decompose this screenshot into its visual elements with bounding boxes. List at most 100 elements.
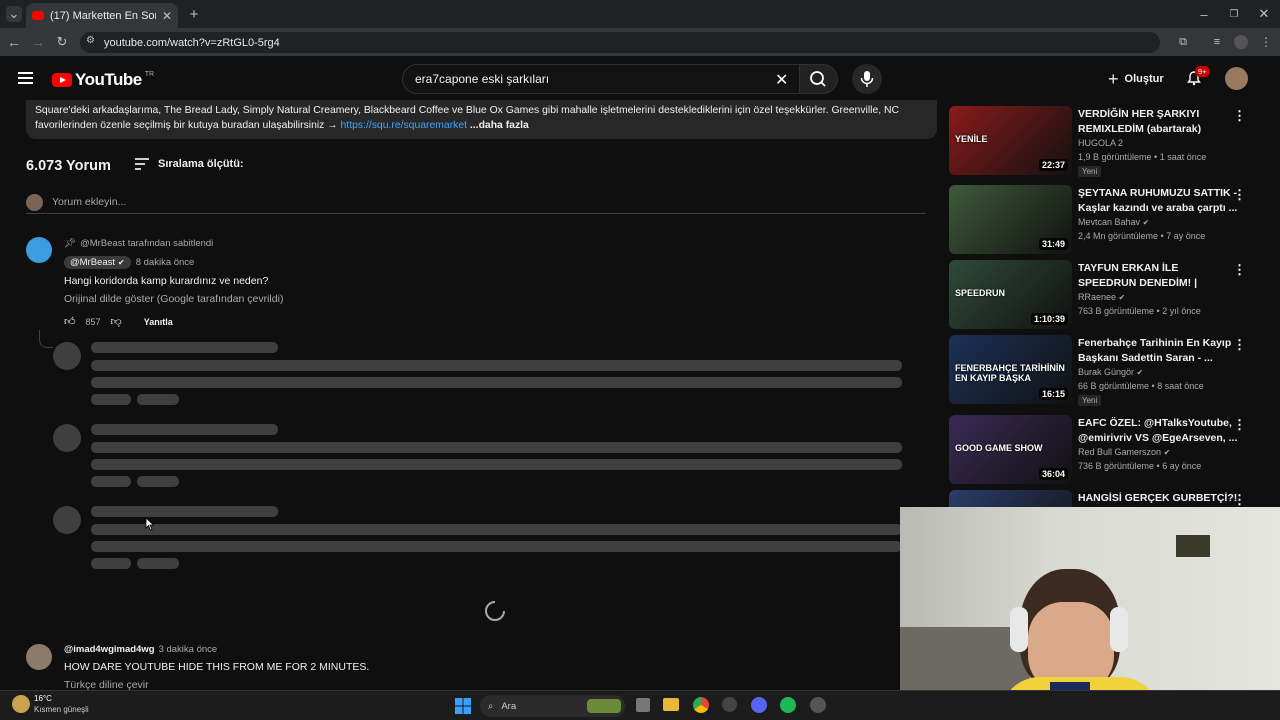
voice-search-button[interactable] [852, 64, 882, 94]
app-icon[interactable] [810, 697, 826, 713]
search-button[interactable] [800, 64, 838, 94]
search-value: era7capone eski şarkıları [415, 72, 550, 86]
skeleton-line [137, 394, 179, 405]
video-description[interactable]: Square'deki arkadaşlarıma, The Bread Lad… [26, 100, 937, 139]
youtube-logo[interactable]: YouTube TR [52, 70, 154, 90]
avatar [26, 194, 43, 211]
channel-name[interactable]: Mevtcan Bahav ✔ [1078, 217, 1149, 227]
extensions-icon[interactable]: ⧉ [1175, 34, 1191, 50]
recommendation-card[interactable]: FENERBAHÇE TARİHİNİN EN KAYIP BAŞKA 16:15… [949, 335, 1249, 406]
duration-badge: 22:37 [1038, 159, 1068, 171]
description-link[interactable]: https://squ.re/squaremarket [341, 120, 467, 131]
channel-name[interactable]: Burak Güngör ✔ [1078, 367, 1143, 377]
search-input[interactable]: era7capone eski şarkıları ✕ [402, 64, 800, 94]
more-actions-icon[interactable]: ⋮ [1233, 187, 1246, 203]
weather-text[interactable]: Kısmen güneşli [34, 705, 89, 714]
hamburger-menu-icon[interactable] [18, 72, 33, 84]
notifications-button[interactable]: 9+ [1186, 66, 1210, 86]
skeleton-line [91, 360, 902, 371]
chrome-icon[interactable] [693, 697, 709, 713]
comment-text: Hangi koridorda kamp kurardınız ve neden… [64, 275, 269, 287]
like-icon[interactable]: 👍︎ [64, 315, 76, 328]
channel-name[interactable]: RRaenee ✔ [1078, 292, 1125, 302]
task-view-icon[interactable] [636, 698, 650, 712]
back-icon[interactable]: ← [6, 34, 22, 50]
create-button[interactable]: + Oluştur [1100, 64, 1172, 94]
more-actions-icon[interactable]: ⋮ [1233, 417, 1246, 433]
sort-icon [135, 158, 149, 170]
file-explorer-icon[interactable] [663, 698, 679, 711]
sort-label: Sıralama ölçütü: [158, 158, 244, 170]
video-thumbnail[interactable]: SPEEDRUN 1:10:39 [949, 260, 1072, 329]
commenter-avatar[interactable] [26, 644, 52, 670]
create-label: Oluştur [1124, 73, 1164, 85]
video-thumbnail[interactable]: FENERBAHÇE TARİHİNİN EN KAYIP BAŞKA 16:15 [949, 335, 1072, 404]
youtube-favicon-icon [32, 11, 44, 20]
new-tab-icon[interactable]: + [186, 6, 202, 23]
skeleton-line [91, 424, 278, 435]
video-title[interactable]: EAFC ÖZEL: @HTalksYoutube, @emirivriv VS… [1078, 416, 1238, 445]
reload-icon[interactable]: ↻ [54, 34, 70, 50]
pinned-label: 📌︎ @MrBeast tarafından sabitlendi [64, 238, 213, 249]
temperature[interactable]: 16°C [34, 694, 52, 703]
recommendation-card[interactable]: YENİLE 22:37 VERDİĞİN HER ŞARKIYI REMIXLED… [949, 106, 1249, 177]
sort-comments-button[interactable]: Sıralama ölçütü: [134, 158, 244, 170]
webcam-overlay [900, 507, 1280, 720]
translate-toggle[interactable]: Orijinal dilde göster (Google tarafından… [64, 293, 283, 305]
show-more-button[interactable]: ...daha fazla [470, 120, 529, 131]
verified-icon: ✔ [1142, 218, 1150, 227]
tab-close-icon[interactable]: ✕ [162, 9, 172, 23]
chrome-menu-icon[interactable]: ⋮ [1258, 34, 1274, 50]
browser-tab[interactable]: (17) Marketten En Son Çıkan 25 ✕ [26, 3, 178, 28]
recommendation-card[interactable]: SPEEDRUN 1:10:39 TAYFUN ERKAN İLE SPEEDRUN… [949, 260, 1249, 330]
taskbar-search[interactable]: ⌕ Ara [480, 695, 625, 717]
channel-name[interactable]: HUGOLA 2 [1078, 138, 1123, 148]
url-text: youtube.com/watch?v=zRtGL0-5rg4 [104, 36, 280, 49]
recommendation-card[interactable]: GOOD GAME SHOW 36:04 EAFC ÖZEL: @HTalksYou… [949, 415, 1249, 485]
tab-search-icon[interactable]: ⌄ [6, 6, 22, 22]
comment-header: @imad4wgimad4wg 3 dakika önce [64, 644, 217, 655]
more-actions-icon[interactable]: ⋮ [1233, 108, 1246, 124]
restore-icon[interactable]: ❐ [1226, 6, 1242, 22]
windows-taskbar: 16°C Kısmen güneşli ⌕ Ara [0, 690, 1280, 720]
video-title[interactable]: Fenerbahçe Tarihinin En Kayıp Başkanı Sa… [1078, 336, 1238, 365]
more-actions-icon[interactable]: ⋮ [1233, 262, 1246, 278]
add-comment-field[interactable]: Yorum ekleyin... [26, 194, 926, 214]
video-thumbnail[interactable]: HANGİSİ GERÇEK GURBETÇİ [949, 490, 1072, 507]
reading-list-icon[interactable]: ≡ [1209, 34, 1225, 50]
verified-icon: ✔ [1136, 368, 1144, 377]
site-info-icon[interactable]: ⚙ [86, 35, 95, 46]
more-actions-icon[interactable]: ⋮ [1233, 337, 1246, 353]
video-title[interactable]: VERDİĞİN HER ŞARKIYI REMIXLEDİM (abartar… [1078, 107, 1238, 136]
more-actions-icon[interactable]: ⋮ [1233, 492, 1246, 507]
forward-icon[interactable]: → [30, 34, 46, 50]
clear-search-icon[interactable]: ✕ [775, 70, 788, 90]
reply-button[interactable]: Yanıtla [144, 317, 173, 327]
comment-time[interactable]: 3 dakika önce [159, 644, 218, 655]
spotify-icon[interactable] [780, 697, 796, 713]
video-thumbnail[interactable]: GOOD GAME SHOW 36:04 [949, 415, 1072, 484]
dislike-icon[interactable]: 👎︎ [111, 315, 122, 328]
video-thumbnail[interactable]: 31:49 [949, 185, 1072, 254]
profile-avatar[interactable] [1234, 35, 1248, 49]
weather-icon[interactable] [12, 695, 30, 713]
close-window-icon[interactable]: ✕ [1256, 6, 1272, 22]
recommendation-card[interactable]: 31:49 ŞEYTANA RUHUMUZU SATTIK - Kaşlar ka… [949, 185, 1249, 255]
unity-icon[interactable] [722, 697, 737, 712]
video-title[interactable]: HANGİSİ GERÇEK GURBETÇİ?! [1078, 491, 1238, 506]
channel-name[interactable]: Red Bull Gamerszon ✔ [1078, 447, 1170, 457]
recommendation-card[interactable]: HANGİSİ GERÇEK GURBETÇİ HANGİSİ GERÇEK GU… [949, 490, 1249, 507]
mrbeast-avatar[interactable] [26, 237, 52, 263]
discord-icon[interactable] [751, 697, 767, 713]
account-avatar[interactable] [1225, 67, 1248, 90]
video-title[interactable]: ŞEYTANA RUHUMUZU SATTIK - Kaşlar kazındı… [1078, 186, 1238, 215]
address-bar[interactable]: ⚙ youtube.com/watch?v=zRtGL0-5rg4 [80, 32, 1160, 53]
author-chip[interactable]: @MrBeast ✔ [64, 256, 131, 269]
comment-author[interactable]: @imad4wgimad4wg [64, 644, 155, 655]
comment-time[interactable]: 8 dakika önce [136, 257, 195, 268]
description-line-2: favorilerinden özenle seçilmiş bir kutuy… [35, 120, 338, 131]
comment-header: @MrBeast ✔ 8 dakika önce [64, 256, 194, 269]
minimize-icon[interactable]: – [1196, 6, 1212, 22]
video-thumbnail[interactable]: YENİLE 22:37 [949, 106, 1072, 175]
video-title[interactable]: TAYFUN ERKAN İLE SPEEDRUN DENEDİM! | OUT… [1078, 261, 1238, 290]
